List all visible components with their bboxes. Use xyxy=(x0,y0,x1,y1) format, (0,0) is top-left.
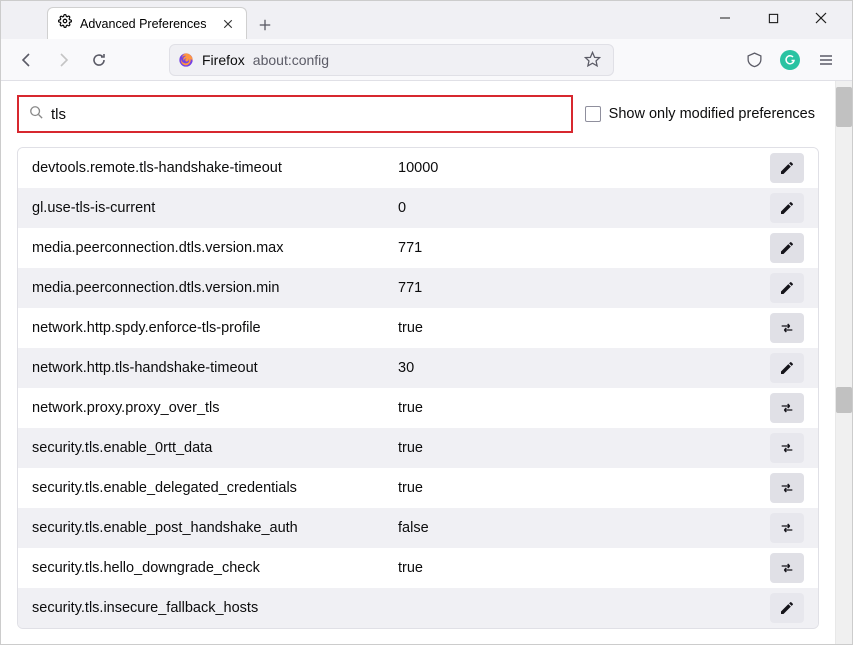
toggle-button[interactable] xyxy=(770,473,804,503)
pref-value: true xyxy=(398,320,770,336)
titlebar: Advanced Preferences xyxy=(1,1,852,39)
pref-name: media.peerconnection.dtls.version.max xyxy=(32,240,398,256)
browser-tab[interactable]: Advanced Preferences xyxy=(47,7,247,39)
pref-row[interactable]: media.peerconnection.dtls.version.min771 xyxy=(18,268,818,308)
close-tab-button[interactable] xyxy=(220,16,236,32)
tab-title: Advanced Preferences xyxy=(80,17,212,31)
toggle-button[interactable] xyxy=(770,313,804,343)
pref-value: true xyxy=(398,480,770,496)
pref-row[interactable]: media.peerconnection.dtls.version.max771 xyxy=(18,228,818,268)
pref-row[interactable]: security.tls.enable_0rtt_datatrue xyxy=(18,428,818,468)
pref-row[interactable]: network.http.tls-handshake-timeout30 xyxy=(18,348,818,388)
forward-button[interactable] xyxy=(47,44,79,76)
edit-button[interactable] xyxy=(770,273,804,303)
pref-row[interactable]: security.tls.insecure_fallback_hosts xyxy=(18,588,818,628)
checkbox-icon xyxy=(585,106,601,122)
pref-value: 771 xyxy=(398,240,770,256)
pref-search-box[interactable] xyxy=(17,95,573,133)
pref-value: true xyxy=(398,560,770,576)
preferences-table: devtools.remote.tls-handshake-timeout100… xyxy=(17,147,819,629)
window-controls xyxy=(702,3,844,33)
pref-name: gl.use-tls-is-current xyxy=(32,200,398,216)
gear-icon xyxy=(58,14,72,33)
edit-button[interactable] xyxy=(770,233,804,263)
minimize-button[interactable] xyxy=(702,3,748,33)
edit-button[interactable] xyxy=(770,193,804,223)
pref-row[interactable]: gl.use-tls-is-current0 xyxy=(18,188,818,228)
pref-name: network.proxy.proxy_over_tls xyxy=(32,400,398,416)
edit-button[interactable] xyxy=(770,353,804,383)
scrollbar[interactable] xyxy=(835,81,852,644)
toggle-button[interactable] xyxy=(770,393,804,423)
pref-name: security.tls.hello_downgrade_check xyxy=(32,560,398,576)
back-button[interactable] xyxy=(11,44,43,76)
pref-row[interactable]: security.tls.enable_delegated_credential… xyxy=(18,468,818,508)
pref-name: media.peerconnection.dtls.version.min xyxy=(32,280,398,296)
checkbox-label: Show only modified preferences xyxy=(609,106,815,122)
pref-row[interactable]: network.http.spdy.enforce-tls-profiletru… xyxy=(18,308,818,348)
new-tab-button[interactable] xyxy=(251,11,279,39)
pref-value: 30 xyxy=(398,360,770,376)
extension-icon[interactable] xyxy=(774,44,806,76)
maximize-button[interactable] xyxy=(750,3,796,33)
pref-row[interactable]: devtools.remote.tls-handshake-timeout100… xyxy=(18,148,818,188)
bookmark-star-icon[interactable] xyxy=(579,47,605,73)
scrollbar-thumb[interactable] xyxy=(836,387,852,413)
pocket-icon[interactable] xyxy=(738,44,770,76)
url-path: about:config xyxy=(253,52,329,68)
grammarly-icon xyxy=(780,50,800,70)
toggle-button[interactable] xyxy=(770,553,804,583)
toggle-button[interactable] xyxy=(770,513,804,543)
pref-search-input[interactable] xyxy=(51,106,561,123)
pref-name: network.http.spdy.enforce-tls-profile xyxy=(32,320,398,336)
pref-name: security.tls.insecure_fallback_hosts xyxy=(32,600,398,616)
close-window-button[interactable] xyxy=(798,3,844,33)
toolbar: Firefox about:config xyxy=(1,39,852,81)
pref-value: false xyxy=(398,520,770,536)
search-icon xyxy=(29,105,43,124)
edit-button[interactable] xyxy=(770,593,804,623)
pref-row[interactable]: security.tls.enable_post_handshake_authf… xyxy=(18,508,818,548)
pref-row[interactable]: security.tls.hello_downgrade_checktrue xyxy=(18,548,818,588)
pref-name: security.tls.enable_0rtt_data xyxy=(32,440,398,456)
pref-value: true xyxy=(398,440,770,456)
pref-name: security.tls.enable_post_handshake_auth xyxy=(32,520,398,536)
show-modified-checkbox[interactable]: Show only modified preferences xyxy=(585,106,819,122)
pref-value: 10000 xyxy=(398,160,770,176)
pref-name: security.tls.enable_delegated_credential… xyxy=(32,480,398,496)
url-brand: Firefox xyxy=(202,52,245,68)
pref-value: 771 xyxy=(398,280,770,296)
reload-button[interactable] xyxy=(83,44,115,76)
app-menu-button[interactable] xyxy=(810,44,842,76)
pref-value: 0 xyxy=(398,200,770,216)
url-bar[interactable]: Firefox about:config xyxy=(169,44,614,76)
pref-name: network.http.tls-handshake-timeout xyxy=(32,360,398,376)
toggle-button[interactable] xyxy=(770,433,804,463)
content-area: Show only modified preferences devtools.… xyxy=(1,81,835,644)
pref-value: true xyxy=(398,400,770,416)
scrollbar-thumb[interactable] xyxy=(836,87,852,127)
pref-name: devtools.remote.tls-handshake-timeout xyxy=(32,160,398,176)
firefox-icon xyxy=(178,52,194,68)
edit-button[interactable] xyxy=(770,153,804,183)
pref-row[interactable]: network.proxy.proxy_over_tlstrue xyxy=(18,388,818,428)
